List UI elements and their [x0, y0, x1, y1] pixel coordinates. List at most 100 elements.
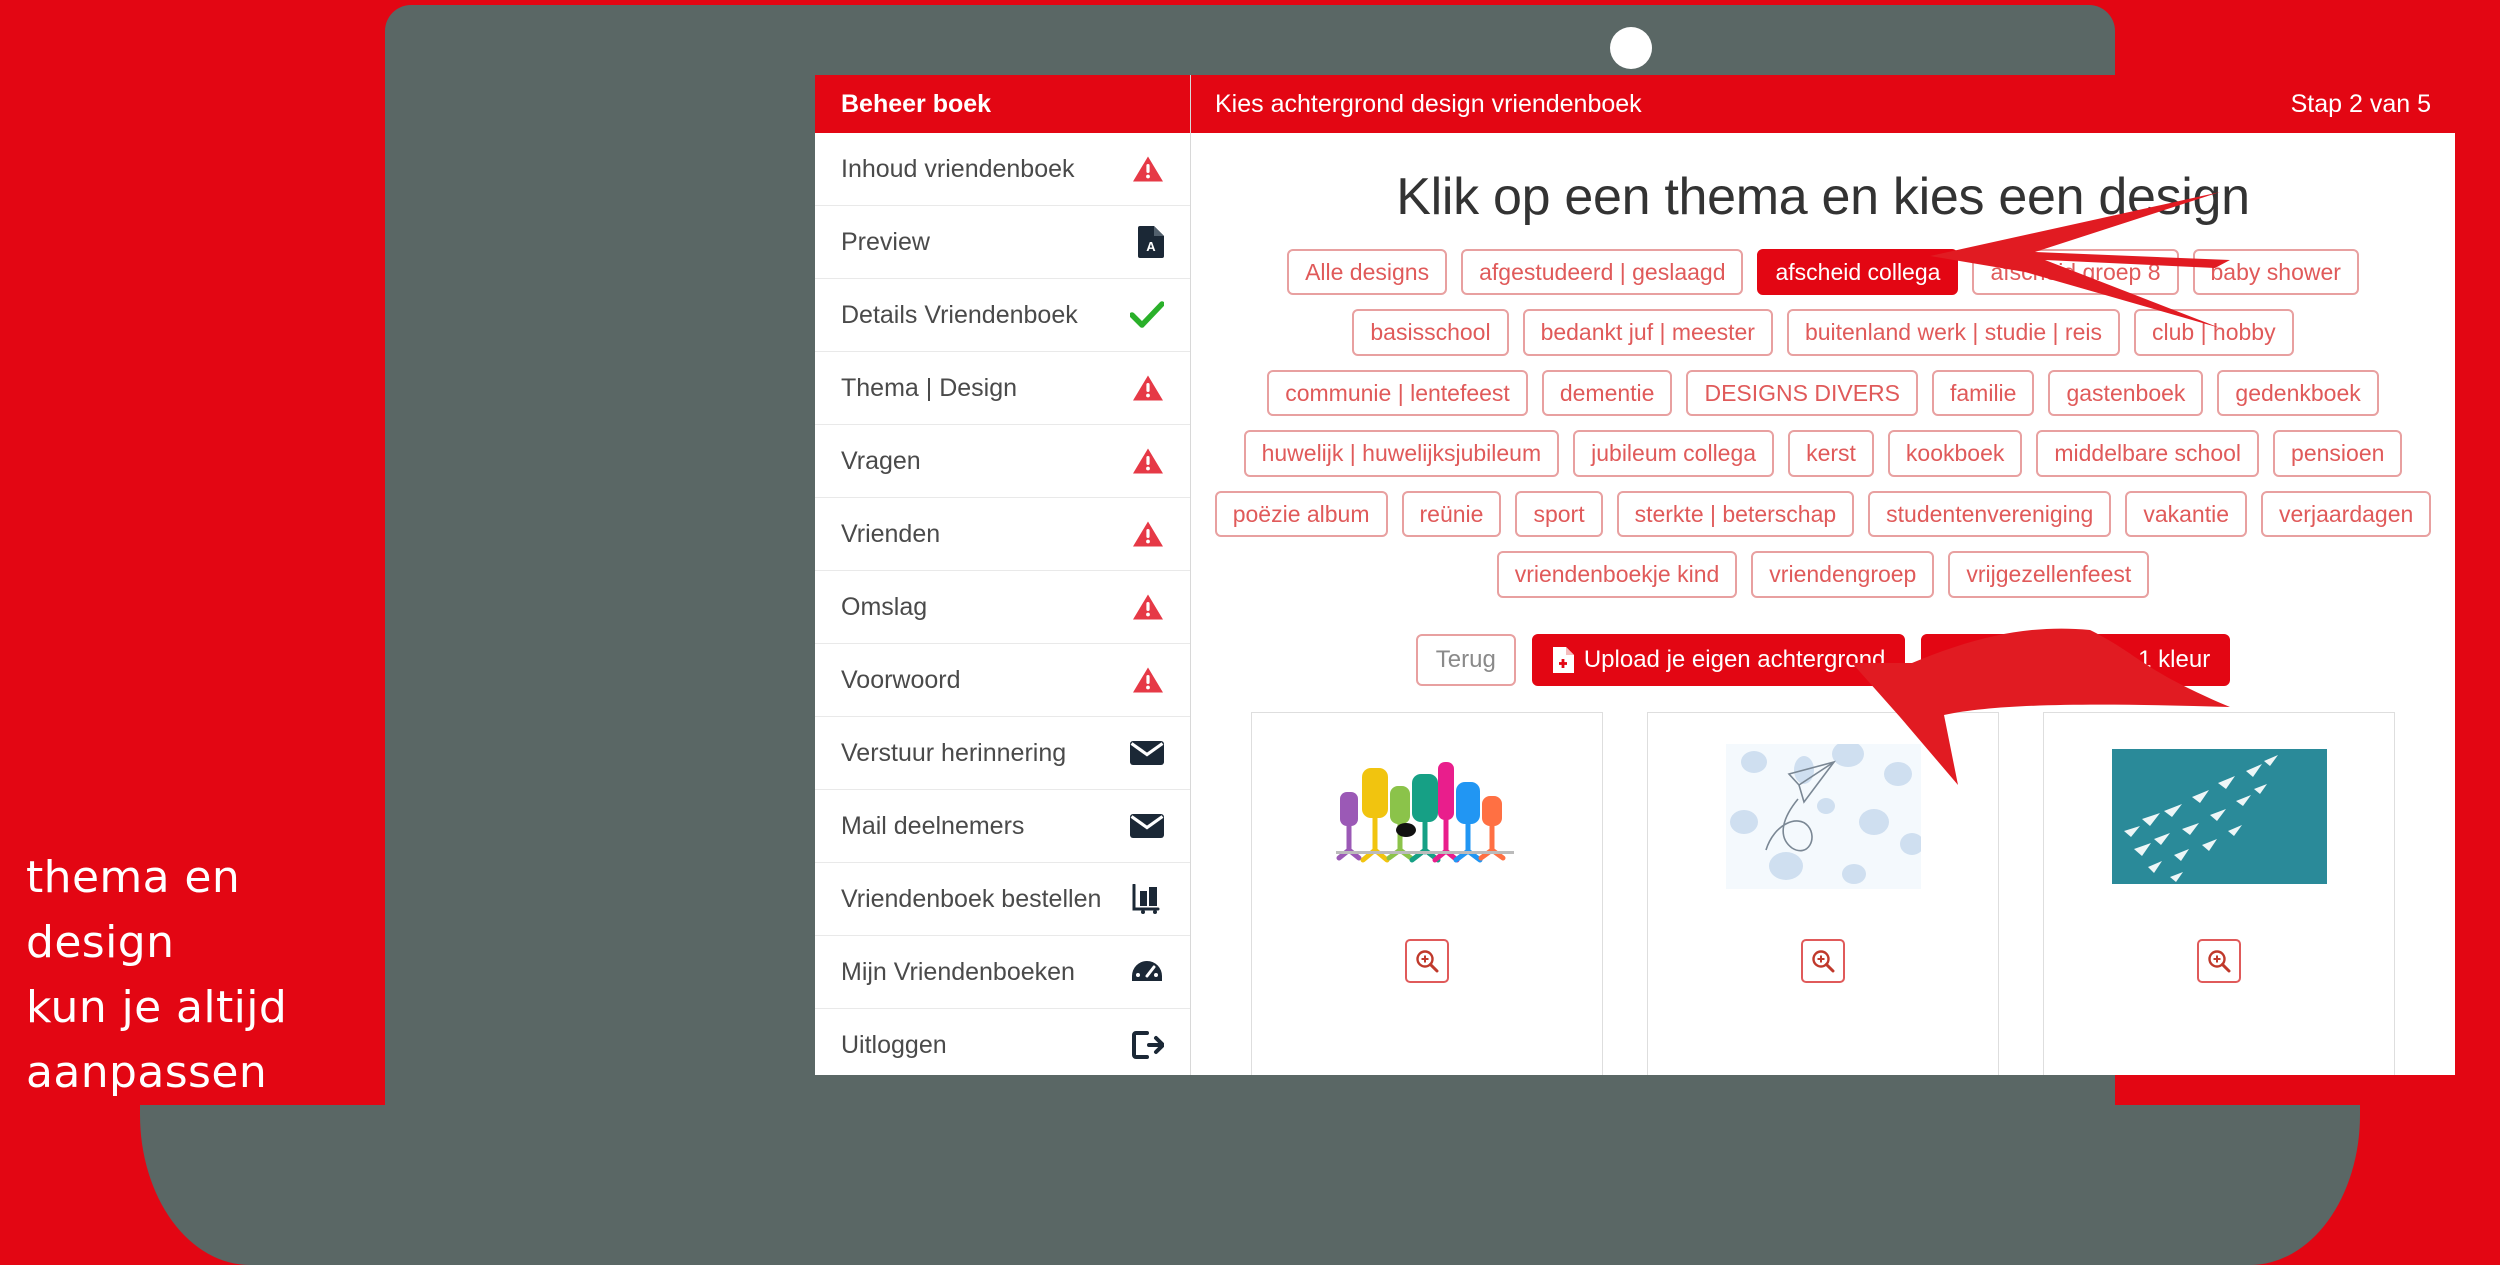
laptop-base [140, 1105, 2360, 1265]
sidebar-item-label: Voorwoord [841, 665, 961, 694]
upload-background-button[interactable]: Upload je eigen achtergrond [1531, 633, 1906, 687]
main-content: Klik op een thema en kies een design All… [1191, 167, 2455, 1075]
sidebar-item-details-vriendenboek[interactable]: Details Vriendenboek [815, 279, 1190, 352]
card-thumbnail [2044, 713, 2394, 903]
sidebar-header: Beheer boek [815, 75, 1190, 133]
tag-gedenkboek[interactable]: gedenkboek [2217, 369, 2379, 417]
tag-vakantie[interactable]: vakantie [2125, 490, 2248, 538]
back-button[interactable]: Terug [1415, 633, 1516, 687]
warning-icon [1124, 520, 1164, 548]
laptop-frame: Beheer boek Inhoud vriendenboek Preview … [385, 5, 2455, 1105]
sidebar-item-verstuur-herinnering[interactable]: Verstuur herinnering [815, 717, 1190, 790]
dashboard-gauge-icon [1124, 959, 1164, 985]
sidebar-item-label: Omslag [841, 592, 928, 621]
card-spacer [1648, 983, 1998, 1075]
tag-reunie[interactable]: reünie [1401, 490, 1502, 538]
tag-afgestudeerd-geslaagd[interactable]: afgestudeerd | geslaagd [1461, 249, 1744, 296]
sidebar-item-thema-design[interactable]: Thema | Design [815, 352, 1190, 425]
magnifier-plus-icon[interactable] [2197, 939, 2241, 984]
card-spacer [2044, 983, 2394, 1075]
tag-pensioen[interactable]: pensioen [2273, 430, 2403, 477]
warning-icon [1124, 155, 1164, 183]
sidebar-item-label: Details Vriendenboek [841, 300, 1078, 329]
tag-huwelijk-huwelijksjubileum[interactable]: huwelijk | huwelijksjubileum [1243, 430, 1560, 477]
tag-kerst[interactable]: kerst [1788, 430, 1874, 477]
sidebar-item-vrienden[interactable]: Vrienden [815, 498, 1190, 571]
upload-button-label: Upload je eigen achtergrond [1583, 645, 1886, 673]
magnifier-plus-icon[interactable] [1801, 939, 1845, 984]
action-row: Terug Upload je eigen achtergrond Achter… [1211, 633, 2435, 687]
main-header-title: Kies achtergrond design vriendenboek [1215, 89, 1642, 118]
tag-vriendenboekje-kind[interactable]: vriendenboekje kind [1496, 551, 1738, 598]
tag-row: basisschool bedankt juf | meester buiten… [1211, 309, 2435, 356]
tag-row: vriendenboekje kind vriendengroep vrijge… [1211, 551, 2435, 598]
sidebar-item-mijn-vriendenboeken[interactable]: Mijn Vriendenboeken [815, 936, 1190, 1009]
tag-vrijgezellenfeest[interactable]: vrijgezellenfeest [1948, 551, 2150, 598]
single-color-button-label: Achtergrond in 1 kleur [1975, 645, 2211, 673]
main-header: Kies achtergrond design vriendenboek Sta… [1191, 75, 2455, 133]
sidebar-item-voorwoord[interactable]: Voorwoord [815, 644, 1190, 717]
design-card-vliegen[interactable]: Kies vliegen [1647, 712, 1999, 1075]
step-indicator: Stap 2 van 5 [2290, 89, 2431, 118]
tag-row: Alle designs afgestudeerd | geslaagd afs… [1211, 249, 2435, 296]
tag-kookboek[interactable]: kookboek [1887, 430, 2023, 477]
sidebar-item-label: Vriendenboek bestellen [841, 884, 1102, 913]
tag-poezie-album[interactable]: poëzie album [1214, 490, 1388, 538]
tag-sport[interactable]: sport [1515, 490, 1603, 538]
sidebar-item-label: Vragen [841, 446, 921, 475]
tag-dementie[interactable]: dementie [1541, 369, 1673, 417]
sidebar-item-label: Thema | Design [841, 373, 1018, 402]
tag-buitenland-werk-studie-reis[interactable]: buitenland werk | studie | reis [1786, 309, 2120, 356]
sidebar-item-uitloggen[interactable]: Uitloggen [815, 1009, 1190, 1075]
sidebar-item-label: Uitloggen [841, 1030, 947, 1059]
design-card-vliegtuigjes[interactable]: Kies vliegtuigjes [2043, 712, 2395, 1075]
sidebar-item-vragen[interactable]: Vragen [815, 425, 1190, 498]
sidebar-item-preview[interactable]: Preview A [815, 206, 1190, 279]
magnifier-plus-icon[interactable] [1405, 939, 1449, 984]
tag-club-hobby[interactable]: club | hobby [2133, 309, 2294, 356]
card-thumbnail [1252, 713, 1602, 903]
envelope-icon [1124, 814, 1164, 838]
page-title: Klik op een thema en kies een design [1396, 168, 2250, 226]
tag-baby-shower[interactable]: baby shower [2192, 249, 2359, 296]
design-card-kantoor[interactable]: Kies kantoor [1251, 712, 1603, 1075]
sidebar-item-omslag[interactable]: Omslag [815, 571, 1190, 644]
tag-bedankt-juf-meester[interactable]: bedankt juf | meester [1522, 309, 1773, 356]
tag-sterkte-beterschap[interactable]: sterkte | beterschap [1616, 490, 1855, 538]
card-spacer [1252, 983, 1602, 1075]
tag-communie-lentefeest[interactable]: communie | lentefeest [1267, 369, 1528, 417]
tag-alle-designs[interactable]: Alle designs [1287, 249, 1448, 296]
pdf-file-icon: A [1124, 226, 1164, 258]
tag-jubileum-collega[interactable]: jubileum collega [1573, 430, 1775, 477]
cart-trolley-icon [1124, 884, 1164, 914]
tag-row: communie | lentefeest dementie DESIGNS D… [1211, 369, 2435, 417]
tag-studentenvereniging[interactable]: studentenvereniging [1868, 490, 2112, 538]
sidebar: Beheer boek Inhoud vriendenboek Preview … [815, 75, 1191, 1075]
tag-afscheid-groep-8[interactable]: afscheid groep 8 [1972, 249, 2179, 296]
warning-icon [1124, 374, 1164, 402]
main-panel: Kies achtergrond design vriendenboek Sta… [1191, 75, 2455, 1075]
tag-familie[interactable]: familie [1932, 369, 2035, 417]
sidebar-item-vriendenboek-bestellen[interactable]: Vriendenboek bestellen [815, 863, 1190, 936]
tag-vriendengroep[interactable]: vriendengroep [1751, 551, 1935, 598]
sidebar-item-inhoud-vriendenboek[interactable]: Inhoud vriendenboek [815, 133, 1190, 206]
sidebar-item-label: Mail deelnemers [841, 811, 1025, 840]
design-cards: Kies kantoor [1211, 712, 2435, 1075]
envelope-icon [1124, 741, 1164, 765]
card-zoom-row [2044, 903, 2394, 984]
tag-gastenboek[interactable]: gastenboek [2048, 369, 2204, 417]
tag-designs-divers[interactable]: DESIGNS DIVERS [1686, 369, 1918, 417]
check-icon [1124, 301, 1164, 329]
palette-icon [1941, 648, 1965, 672]
sidebar-item-label: Preview [841, 227, 930, 256]
sidebar-item-mail-deelnemers[interactable]: Mail deelnemers [815, 790, 1190, 863]
upload-file-icon [1552, 646, 1574, 673]
tag-basisschool[interactable]: basisschool [1352, 309, 1509, 356]
warning-icon [1124, 593, 1164, 621]
tag-middelbare-school[interactable]: middelbare school [2036, 430, 2260, 477]
single-color-background-button[interactable]: Achtergrond in 1 kleur [1921, 633, 2231, 687]
tag-afscheid-collega[interactable]: afscheid collega [1757, 249, 1959, 296]
tag-verjaardagen[interactable]: verjaardagen [2261, 490, 2432, 538]
tag-row: poëzie album reünie sport sterkte | bete… [1211, 490, 2435, 538]
svg-text:A: A [1146, 239, 1156, 254]
